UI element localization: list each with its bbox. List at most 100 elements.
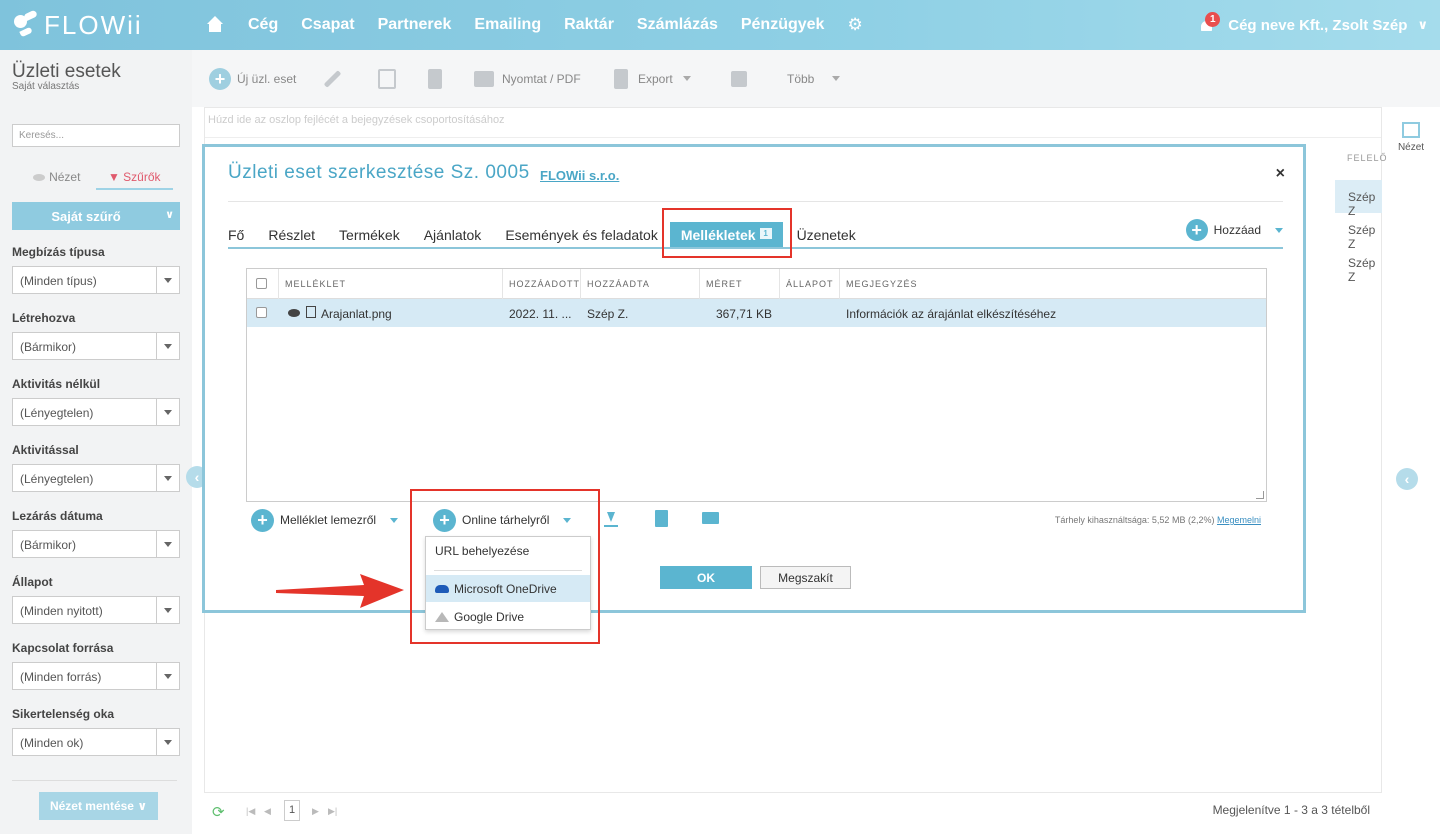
nav-csapat[interactable]: Csapat: [301, 16, 354, 34]
filter-select[interactable]: (Minden forrás): [12, 662, 180, 690]
record-count: Megjelenítve 1 - 3 a 3 tételből: [1212, 803, 1370, 817]
filter-select[interactable]: (Lényegtelen): [12, 398, 180, 426]
select-all-checkbox[interactable]: [256, 278, 267, 289]
table-header: MELLÉKLET HOZZÁADOTT HOZZÁADTA MÉRET ÁLL…: [247, 269, 1266, 299]
divider: [12, 780, 177, 781]
dropdown-arrow-icon: [156, 729, 179, 755]
my-filter-button[interactable]: Saját szűrő ∨: [12, 202, 180, 230]
dropdown-arrow-icon: [156, 399, 179, 425]
dialog-title: Üzleti eset szerkesztése Sz. 0005: [228, 162, 530, 183]
external-link-icon: [1402, 122, 1420, 138]
page-title: Üzleti esetek: [12, 61, 121, 82]
toggle-filters[interactable]: ▼ Szűrők: [95, 164, 173, 190]
table-row[interactable]: Szép Z: [1335, 180, 1382, 218]
row-checkbox[interactable]: [256, 307, 267, 318]
download-icon[interactable]: [604, 512, 618, 528]
filter-select[interactable]: (Lényegtelen): [12, 464, 180, 492]
home-icon[interactable]: [206, 16, 224, 34]
dropdown-arrow-icon: [156, 465, 179, 491]
bar-chart-icon: [731, 70, 747, 87]
filter-status: Állapot (Minden nyitott): [12, 575, 180, 624]
divider: [228, 201, 1283, 202]
attach-from-disk-button[interactable]: + Melléklet lemezről: [251, 508, 399, 532]
filter-with-activity: Aktivitással (Lényegtelen): [12, 443, 180, 492]
tab-messages[interactable]: Üzenetek: [797, 227, 856, 243]
view-panel-button[interactable]: Nézet: [1390, 122, 1432, 153]
add-button[interactable]: + Hozzáad: [1185, 219, 1283, 241]
tab-main[interactable]: Fő: [228, 227, 244, 243]
new-case-button[interactable]: + Új üzl. eset: [209, 50, 296, 107]
user-menu[interactable]: 1 Cég neve Kft., Zsolt Szép ∨: [1200, 0, 1428, 50]
logo-text: FLOWii: [44, 9, 143, 40]
cancel-button[interactable]: Megszakít: [760, 566, 851, 589]
filter-select[interactable]: (Minden típus): [12, 266, 180, 294]
table-row[interactable]: Szép Z: [1335, 213, 1382, 251]
column-header[interactable]: HOZZÁADOTT: [503, 269, 581, 299]
flowii-logo[interactable]: FLOWii: [12, 8, 143, 42]
user-name: Cég neve Kft., Zsolt Szép: [1228, 16, 1408, 34]
save-view-button[interactable]: Nézet mentése ∨: [39, 792, 158, 820]
ok-button[interactable]: OK: [660, 566, 752, 589]
gear-icon[interactable]: ⚙: [847, 15, 862, 35]
sidebar: Üzleti esetek Saját választás Keresés...…: [0, 50, 192, 834]
file-name[interactable]: Arajanlat.png: [321, 307, 392, 321]
column-header[interactable]: MEGJEGYZÉS: [840, 269, 1266, 299]
toggle-view[interactable]: Nézet: [18, 164, 96, 190]
mail-icon[interactable]: [702, 512, 719, 524]
edit-button[interactable]: [323, 50, 342, 107]
table-row[interactable]: Arajanlat.png 2022. 11. ... Szép Z. 367,…: [247, 299, 1266, 327]
page-subtitle: Saját választás: [12, 81, 80, 92]
filter-select[interactable]: (Bármikor): [12, 332, 180, 360]
prev-page-icon[interactable]: ◀: [264, 806, 271, 817]
nav-szamlazas[interactable]: Számlázás: [637, 16, 718, 34]
filter-icon: ▼: [107, 170, 124, 184]
trash-icon[interactable]: [655, 510, 668, 527]
search-input[interactable]: Keresés...: [12, 124, 180, 147]
resize-handle[interactable]: [1256, 491, 1264, 499]
tab-events-tasks[interactable]: Események és feladatok: [505, 227, 658, 243]
filter-select[interactable]: (Bármikor): [12, 530, 180, 558]
table-row[interactable]: Szép Z: [1335, 246, 1382, 284]
column-header[interactable]: ÁLLAPOT: [780, 269, 840, 299]
next-page-icon[interactable]: ▶: [312, 806, 319, 817]
bell-icon[interactable]: 1: [1200, 12, 1221, 32]
dropdown-arrow-icon: [156, 531, 179, 557]
last-page-icon[interactable]: ▶|: [328, 806, 337, 817]
filter-select[interactable]: (Minden ok): [12, 728, 180, 756]
eye-icon[interactable]: [288, 309, 300, 317]
nav-penzugyek[interactable]: Pénzügyek: [741, 16, 825, 34]
collapse-right-panel-button[interactable]: ‹: [1396, 468, 1418, 490]
column-header[interactable]: MELLÉKLET: [279, 269, 503, 299]
filter-contact-source: Kapcsolat forrása (Minden forrás): [12, 641, 180, 690]
company-link[interactable]: FLOWii s.r.o.: [540, 168, 619, 183]
filter-order-type: Megbízás típusa (Minden típus): [12, 245, 180, 294]
close-icon[interactable]: ×: [1276, 165, 1285, 183]
select-all-column: [247, 269, 279, 299]
filter-select[interactable]: (Minden nyitott): [12, 596, 180, 624]
tab-detail[interactable]: Részlet: [268, 227, 315, 243]
page-number[interactable]: 1: [284, 800, 300, 821]
increase-storage-link[interactable]: Megemelni: [1217, 515, 1261, 525]
tab-products[interactable]: Termékek: [339, 227, 400, 243]
nav-raktar[interactable]: Raktár: [564, 16, 614, 34]
file-note: Információk az árajánlat elkészítéséhez: [846, 307, 1057, 321]
column-header-responsible[interactable]: FELELŐ: [1347, 153, 1388, 163]
nav-ceg[interactable]: Cég: [248, 16, 278, 34]
nav-partnerek[interactable]: Partnerek: [378, 16, 452, 34]
copy-button[interactable]: [378, 50, 396, 107]
notification-badge: 1: [1205, 12, 1221, 27]
tab-offers[interactable]: Ajánlatok: [424, 227, 482, 243]
chevron-down-icon: ∨: [1417, 17, 1428, 32]
stats-button[interactable]: [731, 50, 747, 107]
column-header[interactable]: HOZZÁADTA: [581, 269, 700, 299]
print-button[interactable]: Nyomtat / PDF: [474, 50, 581, 107]
nav-emailing[interactable]: Emailing: [474, 16, 541, 34]
dropdown-arrow-icon: [156, 333, 179, 359]
dropdown-arrow-icon: [156, 267, 179, 293]
refresh-icon[interactable]: ⟳: [212, 803, 225, 821]
column-header[interactable]: MÉRET: [700, 269, 780, 299]
first-page-icon[interactable]: |◀: [246, 806, 255, 817]
export-button[interactable]: Export: [614, 50, 691, 107]
more-button[interactable]: Több: [787, 50, 841, 107]
delete-button[interactable]: [428, 50, 442, 107]
